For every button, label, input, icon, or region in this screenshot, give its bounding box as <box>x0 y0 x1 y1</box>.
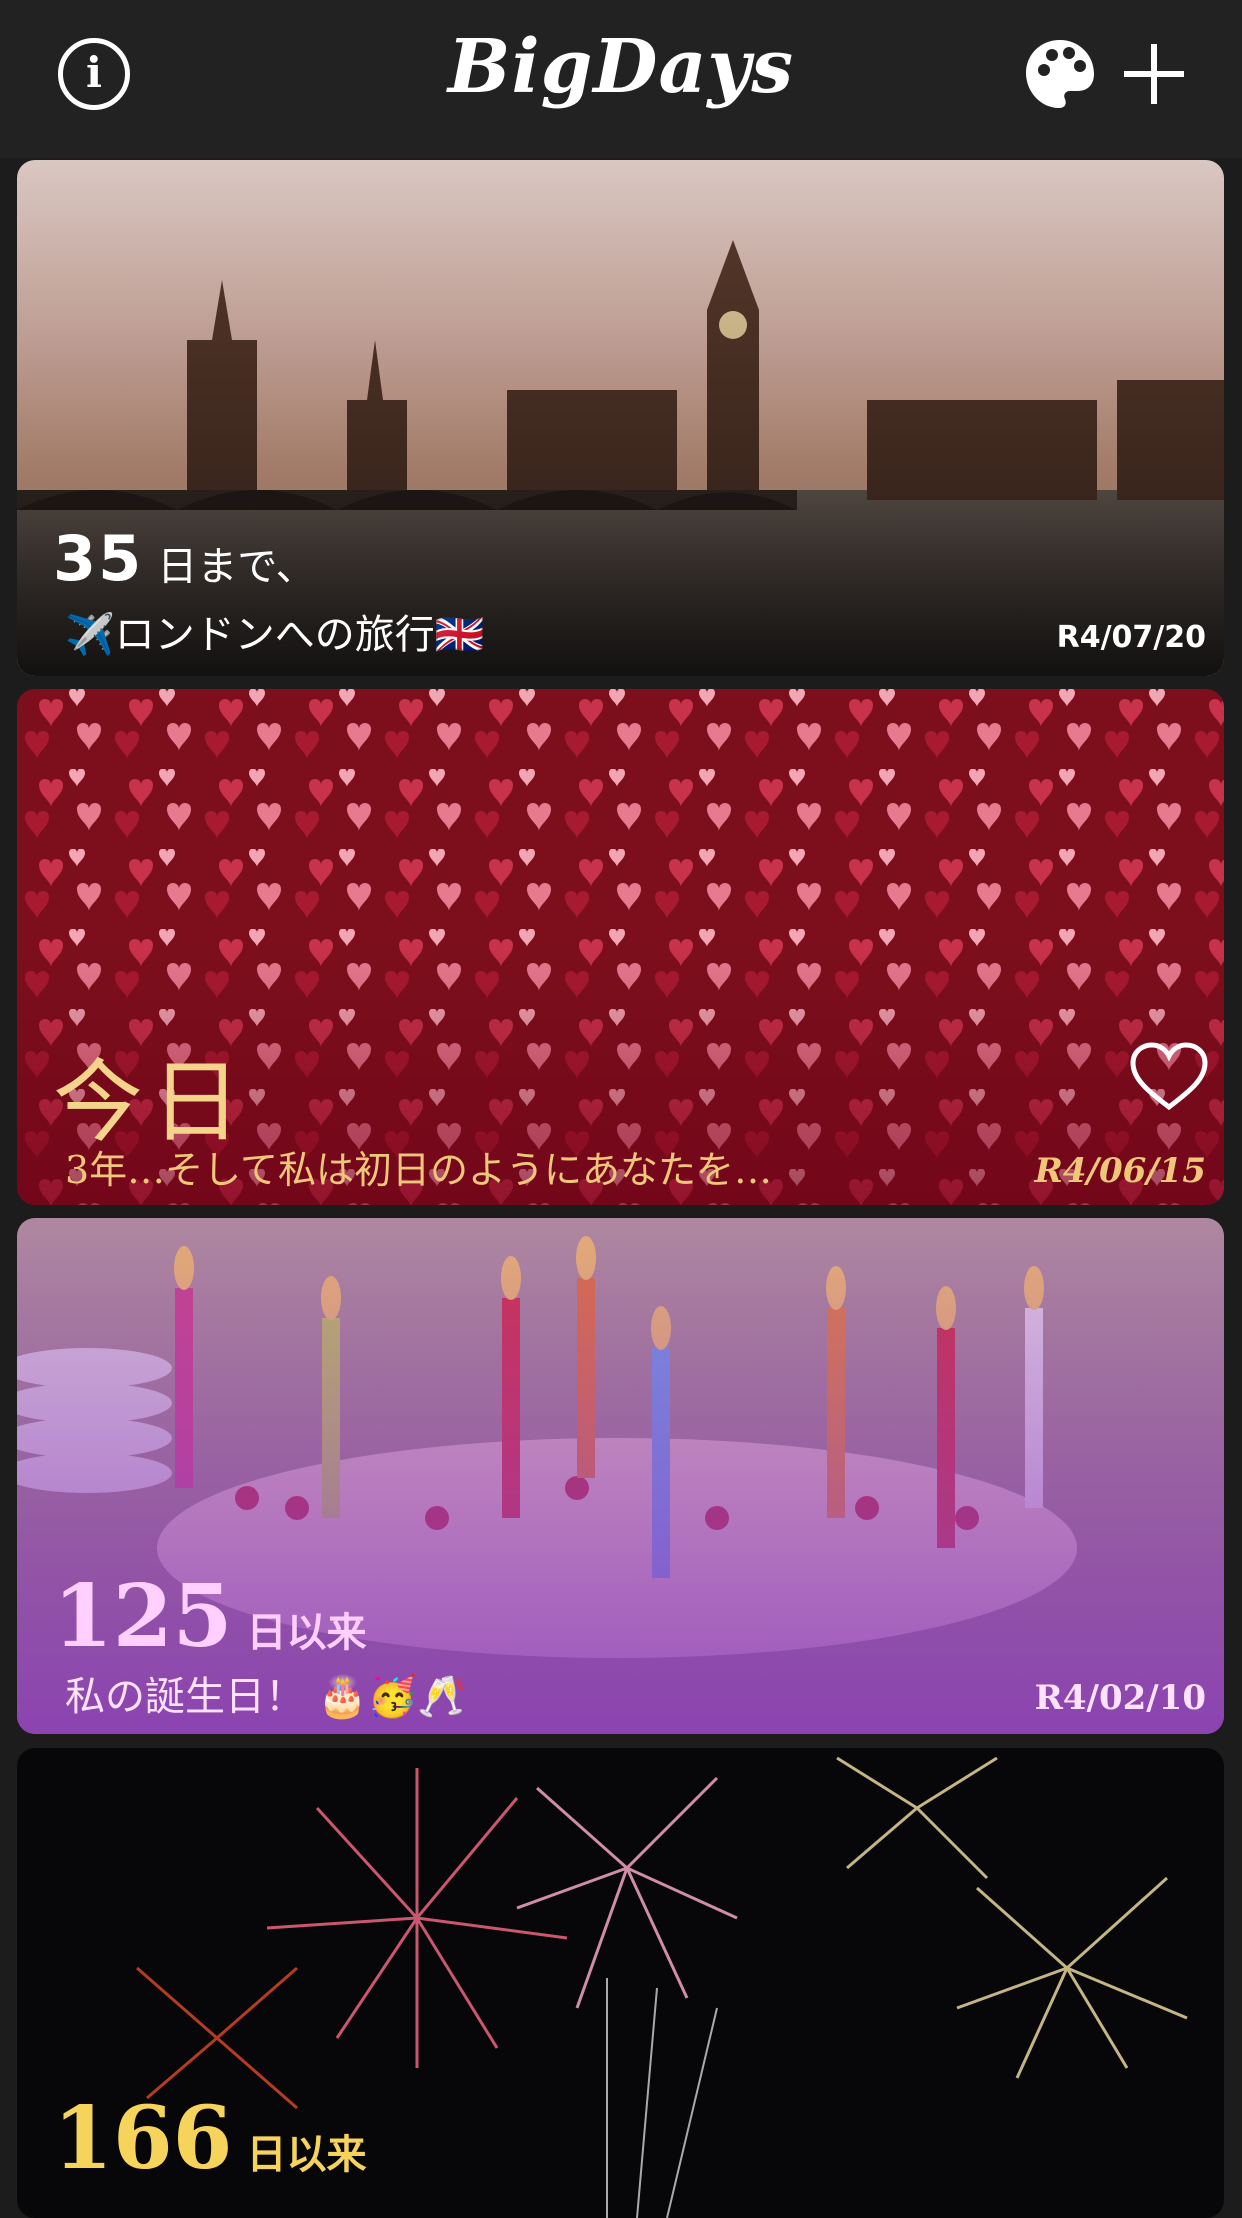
countdown: 35 日まで、 <box>53 522 316 595</box>
event-card-london[interactable]: 35 日まで、 ✈️ロンドンへの旅行🇬🇧 R4/07/20 <box>17 160 1224 676</box>
heart-outline-icon[interactable] <box>1128 1041 1210 1113</box>
event-date: R4/07/20 <box>1056 620 1206 655</box>
event-date: R4/06/15 <box>1034 1151 1206 1191</box>
top-bar: i BigDays <box>0 0 1242 158</box>
days-count: 35 <box>53 522 144 595</box>
palette-icon[interactable] <box>1022 36 1098 112</box>
event-card-fireworks[interactable]: 166 日以来 <box>17 1748 1224 2218</box>
london-skyline-image <box>17 160 1224 676</box>
event-card-anniversary[interactable]: 今日 3年…そして私は初日のようにあなたを… R4/06/15 <box>17 689 1224 1205</box>
event-date: R4/02/10 <box>1034 1678 1206 1718</box>
days-unit: 日以来 <box>246 1610 367 1656</box>
event-card-birthday[interactable]: 125 日以来 私の誕生日！ 🎂🥳🥂 R4/02/10 <box>17 1218 1224 1734</box>
days-since: 125 日以来 <box>53 1566 367 1667</box>
event-title: ✈️ロンドンへの旅行🇬🇧 <box>65 612 485 658</box>
event-title: 3年…そして私は初日のようにあなたを… <box>65 1148 773 1192</box>
days-unit: 日以来 <box>246 2132 367 2178</box>
days-since: 166 日以来 <box>53 2088 367 2189</box>
days-count: 125 <box>53 1566 233 1667</box>
add-button[interactable] <box>1120 40 1188 108</box>
event-title: 私の誕生日！ 🎂🥳🥂 <box>65 1674 468 1720</box>
days-count: 166 <box>53 2088 233 2189</box>
days-unit: 日まで、 <box>157 544 316 590</box>
